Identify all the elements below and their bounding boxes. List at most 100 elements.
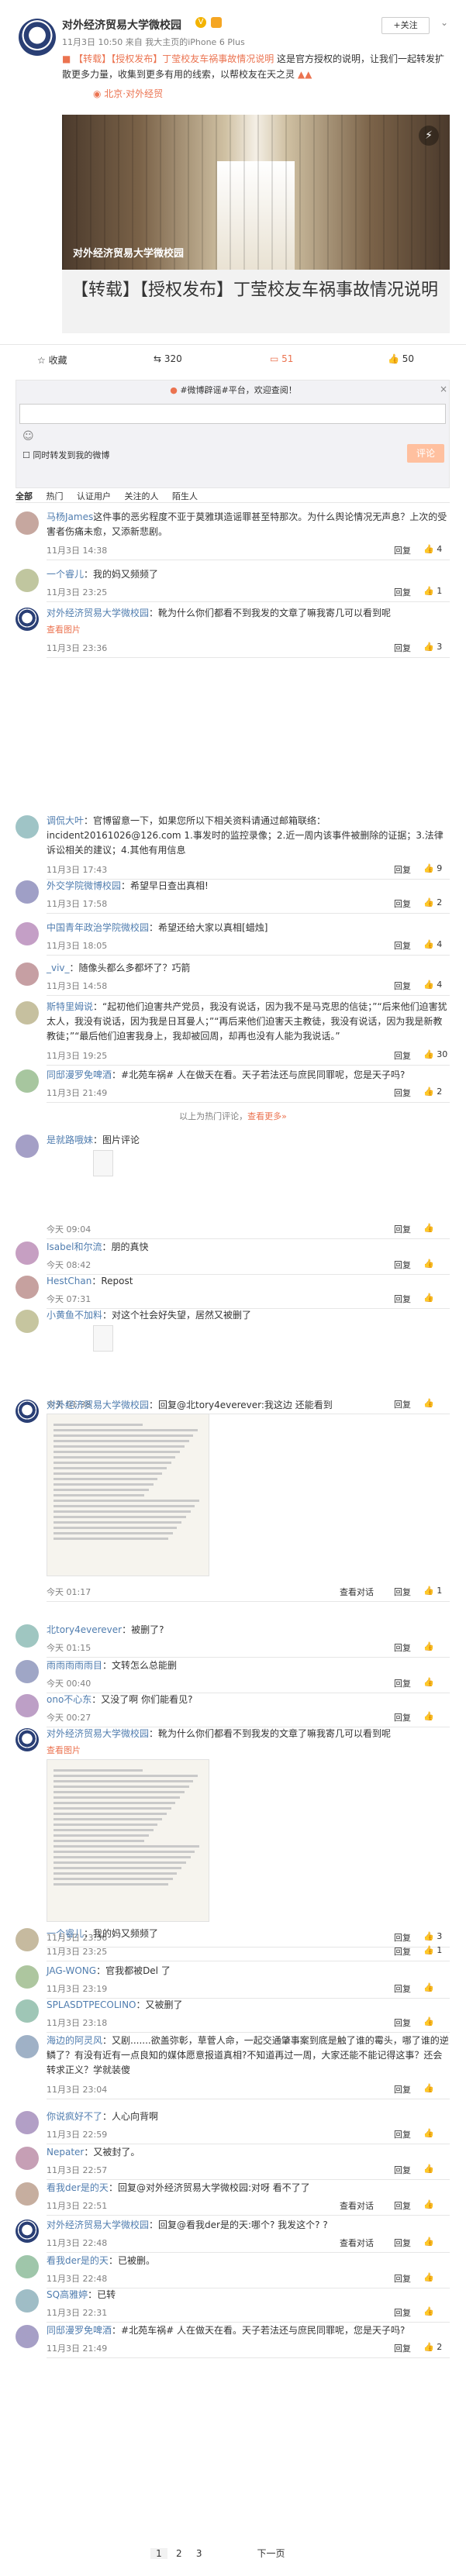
page-2[interactable]: 2 bbox=[171, 2548, 188, 2559]
reply-link[interactable]: 回复 bbox=[394, 2342, 411, 2354]
reply-link[interactable]: 回复 bbox=[394, 1087, 411, 1099]
reply-link[interactable]: 回复 bbox=[394, 2272, 411, 2285]
commenter-avatar[interactable] bbox=[16, 1400, 39, 1423]
commenter-avatar[interactable] bbox=[16, 963, 39, 986]
commenter-name[interactable]: 对外经济贸易大学微校园 bbox=[47, 608, 149, 618]
commenter-avatar[interactable] bbox=[16, 1660, 39, 1683]
page-1[interactable]: 1 bbox=[150, 2548, 167, 2559]
commenter-name[interactable]: 同邸漫罗免啤酒 bbox=[47, 1069, 112, 1080]
filter-all[interactable]: 全部 bbox=[16, 491, 33, 501]
commenter-name[interactable]: 斯特里姆说 bbox=[47, 1001, 93, 1012]
reply-link[interactable]: 回复 bbox=[394, 2128, 411, 2140]
commenter-name[interactable]: ono不心东 bbox=[47, 1694, 91, 1705]
commenter-name[interactable]: Nepater bbox=[47, 2147, 84, 2158]
reply-link[interactable]: 回复 bbox=[394, 2083, 411, 2096]
commenter-name[interactable]: 对外经济贸易大学微校园 bbox=[47, 1400, 149, 1410]
commenter-avatar[interactable] bbox=[16, 2289, 39, 2313]
comment-like-button[interactable]: 👍 9 bbox=[423, 863, 442, 873]
commenter-avatar[interactable] bbox=[16, 2035, 39, 2058]
reply-link[interactable]: 回复 bbox=[394, 1293, 411, 1305]
commenter-avatar[interactable] bbox=[16, 2220, 39, 2243]
view-dialog-link[interactable]: 查看对话 bbox=[340, 1586, 374, 1598]
comment-like-button[interactable]: 👍 bbox=[423, 1223, 434, 1233]
chevron-down-icon[interactable]: ⌄ bbox=[440, 17, 448, 28]
commenter-name[interactable]: 同邸漫罗免啤酒 bbox=[47, 2325, 112, 2336]
collect-button[interactable]: ☆ 收藏 bbox=[37, 353, 67, 367]
commenter-name[interactable]: SPLASDTPECOLINO bbox=[47, 1999, 136, 2010]
view-dialog-link[interactable]: 查看对话 bbox=[340, 2199, 374, 2212]
image-placeholder-icon[interactable] bbox=[93, 1325, 113, 1352]
comment-like-button[interactable]: 👍 bbox=[423, 1677, 434, 1687]
filter-strangers[interactable]: 陌生人 bbox=[172, 491, 198, 501]
comment-like-button[interactable]: 👍 bbox=[423, 2128, 434, 2138]
comment-like-button[interactable]: 👍 3 bbox=[423, 642, 442, 652]
image-placeholder-icon[interactable] bbox=[93, 1150, 113, 1176]
commenter-avatar[interactable] bbox=[16, 1694, 39, 1717]
comment-button[interactable]: ▭ 51 bbox=[270, 353, 293, 364]
commenter-avatar[interactable] bbox=[16, 2111, 39, 2134]
comment-like-button[interactable]: 👍 2 bbox=[423, 2342, 442, 2352]
post-time[interactable]: 11月3日 10:50 来自 我大主页的iPhone 6 Plus bbox=[62, 36, 245, 48]
commenter-name[interactable]: 看我der是的天 bbox=[47, 2255, 109, 2266]
reply-link[interactable]: 回复 bbox=[394, 2199, 411, 2212]
commenter-avatar[interactable] bbox=[16, 1135, 39, 1158]
commenter-name[interactable]: 一个睿儿 bbox=[47, 1928, 84, 1939]
commenter-avatar[interactable] bbox=[16, 569, 39, 592]
comment-like-button[interactable]: 👍 30 bbox=[423, 1049, 447, 1059]
live-photo-icon[interactable]: ⚡ bbox=[419, 126, 439, 146]
comment-input[interactable] bbox=[19, 404, 446, 424]
comment-like-button[interactable]: 👍 4 bbox=[423, 939, 442, 949]
reply-link[interactable]: 回复 bbox=[394, 897, 411, 910]
comment-like-button[interactable]: 👍 bbox=[423, 2164, 434, 2174]
commenter-name[interactable]: 调侃大叶 bbox=[47, 815, 84, 826]
reply-link[interactable]: 回复 bbox=[394, 2164, 411, 2176]
reply-link[interactable]: 回复 bbox=[394, 2306, 411, 2319]
comment-image[interactable] bbox=[47, 1759, 209, 1922]
reply-link[interactable]: 回复 bbox=[394, 1586, 411, 1598]
rumor-banner[interactable]: ● #微博辟谣#平台，欢迎查阅！ bbox=[16, 384, 450, 401]
commenter-avatar[interactable] bbox=[16, 2182, 39, 2206]
reply-link[interactable]: 回复 bbox=[394, 544, 411, 556]
page-3[interactable]: 3 bbox=[191, 2548, 208, 2559]
commenter-avatar[interactable] bbox=[16, 1928, 39, 1951]
reply-link[interactable]: 回复 bbox=[394, 1982, 411, 1995]
emoji-icon[interactable]: ☺ bbox=[22, 430, 34, 443]
reply-link[interactable]: 回复 bbox=[394, 2016, 411, 2029]
reply-link[interactable]: 回复 bbox=[394, 1677, 411, 1689]
reply-link[interactable]: 回复 bbox=[394, 980, 411, 992]
comment-like-button[interactable]: 👍 bbox=[423, 1259, 434, 1269]
comment-like-button[interactable]: 👍 2 bbox=[423, 1087, 442, 1097]
commenter-name[interactable]: 对外经济贸易大学微校园 bbox=[47, 2220, 149, 2230]
commenter-name[interactable]: 对外经济贸易大学微校园 bbox=[47, 1728, 149, 1739]
comment-like-button[interactable]: 👍 bbox=[423, 1293, 434, 1303]
view-image-link[interactable]: 查看图片 bbox=[47, 1744, 81, 1756]
comment-like-button[interactable]: 👍 bbox=[423, 2306, 434, 2316]
commenter-name[interactable]: 小黄鱼不加料 bbox=[47, 1310, 102, 1321]
reply-link[interactable]: 回复 bbox=[394, 1223, 411, 1235]
reply-link[interactable]: 回复 bbox=[394, 863, 411, 876]
commenter-name[interactable]: _viv_ bbox=[47, 963, 70, 973]
comment-like-button[interactable]: 👍 4 bbox=[423, 980, 442, 990]
commenter-avatar[interactable] bbox=[16, 511, 39, 535]
comment-image[interactable] bbox=[47, 1414, 209, 1576]
commenter-name[interactable]: 中国青年政治学院微校园 bbox=[47, 922, 149, 933]
commenter-avatar[interactable] bbox=[16, 880, 39, 904]
commenter-name[interactable]: 你说疯好不了 bbox=[47, 2111, 102, 2122]
comment-like-button[interactable]: 👍 bbox=[423, 2083, 434, 2093]
author-avatar[interactable] bbox=[19, 19, 56, 56]
post-image[interactable]: ⚡ 对外经济贸易大学微校园 bbox=[62, 115, 450, 270]
commenter-avatar[interactable] bbox=[16, 1001, 39, 1025]
commenter-avatar[interactable] bbox=[16, 1276, 39, 1299]
follow-button[interactable]: +关注 bbox=[381, 17, 430, 34]
like-button[interactable]: 👍 50 bbox=[388, 353, 414, 364]
commenter-name[interactable]: 看我der是的天 bbox=[47, 2182, 109, 2193]
comment-like-button[interactable]: 👍 2 bbox=[423, 897, 442, 907]
commenter-avatar[interactable] bbox=[16, 2325, 39, 2348]
reply-link[interactable]: 回复 bbox=[394, 1641, 411, 1654]
reply-link[interactable]: 回复 bbox=[394, 1049, 411, 1062]
commenter-avatar[interactable] bbox=[16, 1728, 39, 1751]
commenter-name[interactable]: Isabel和尔流 bbox=[47, 1242, 102, 1252]
reply-link[interactable]: 回复 bbox=[394, 1259, 411, 1271]
reply-link[interactable]: 回复 bbox=[394, 642, 411, 654]
author-name[interactable]: 对外经济贸易大学微校园 bbox=[62, 17, 181, 33]
